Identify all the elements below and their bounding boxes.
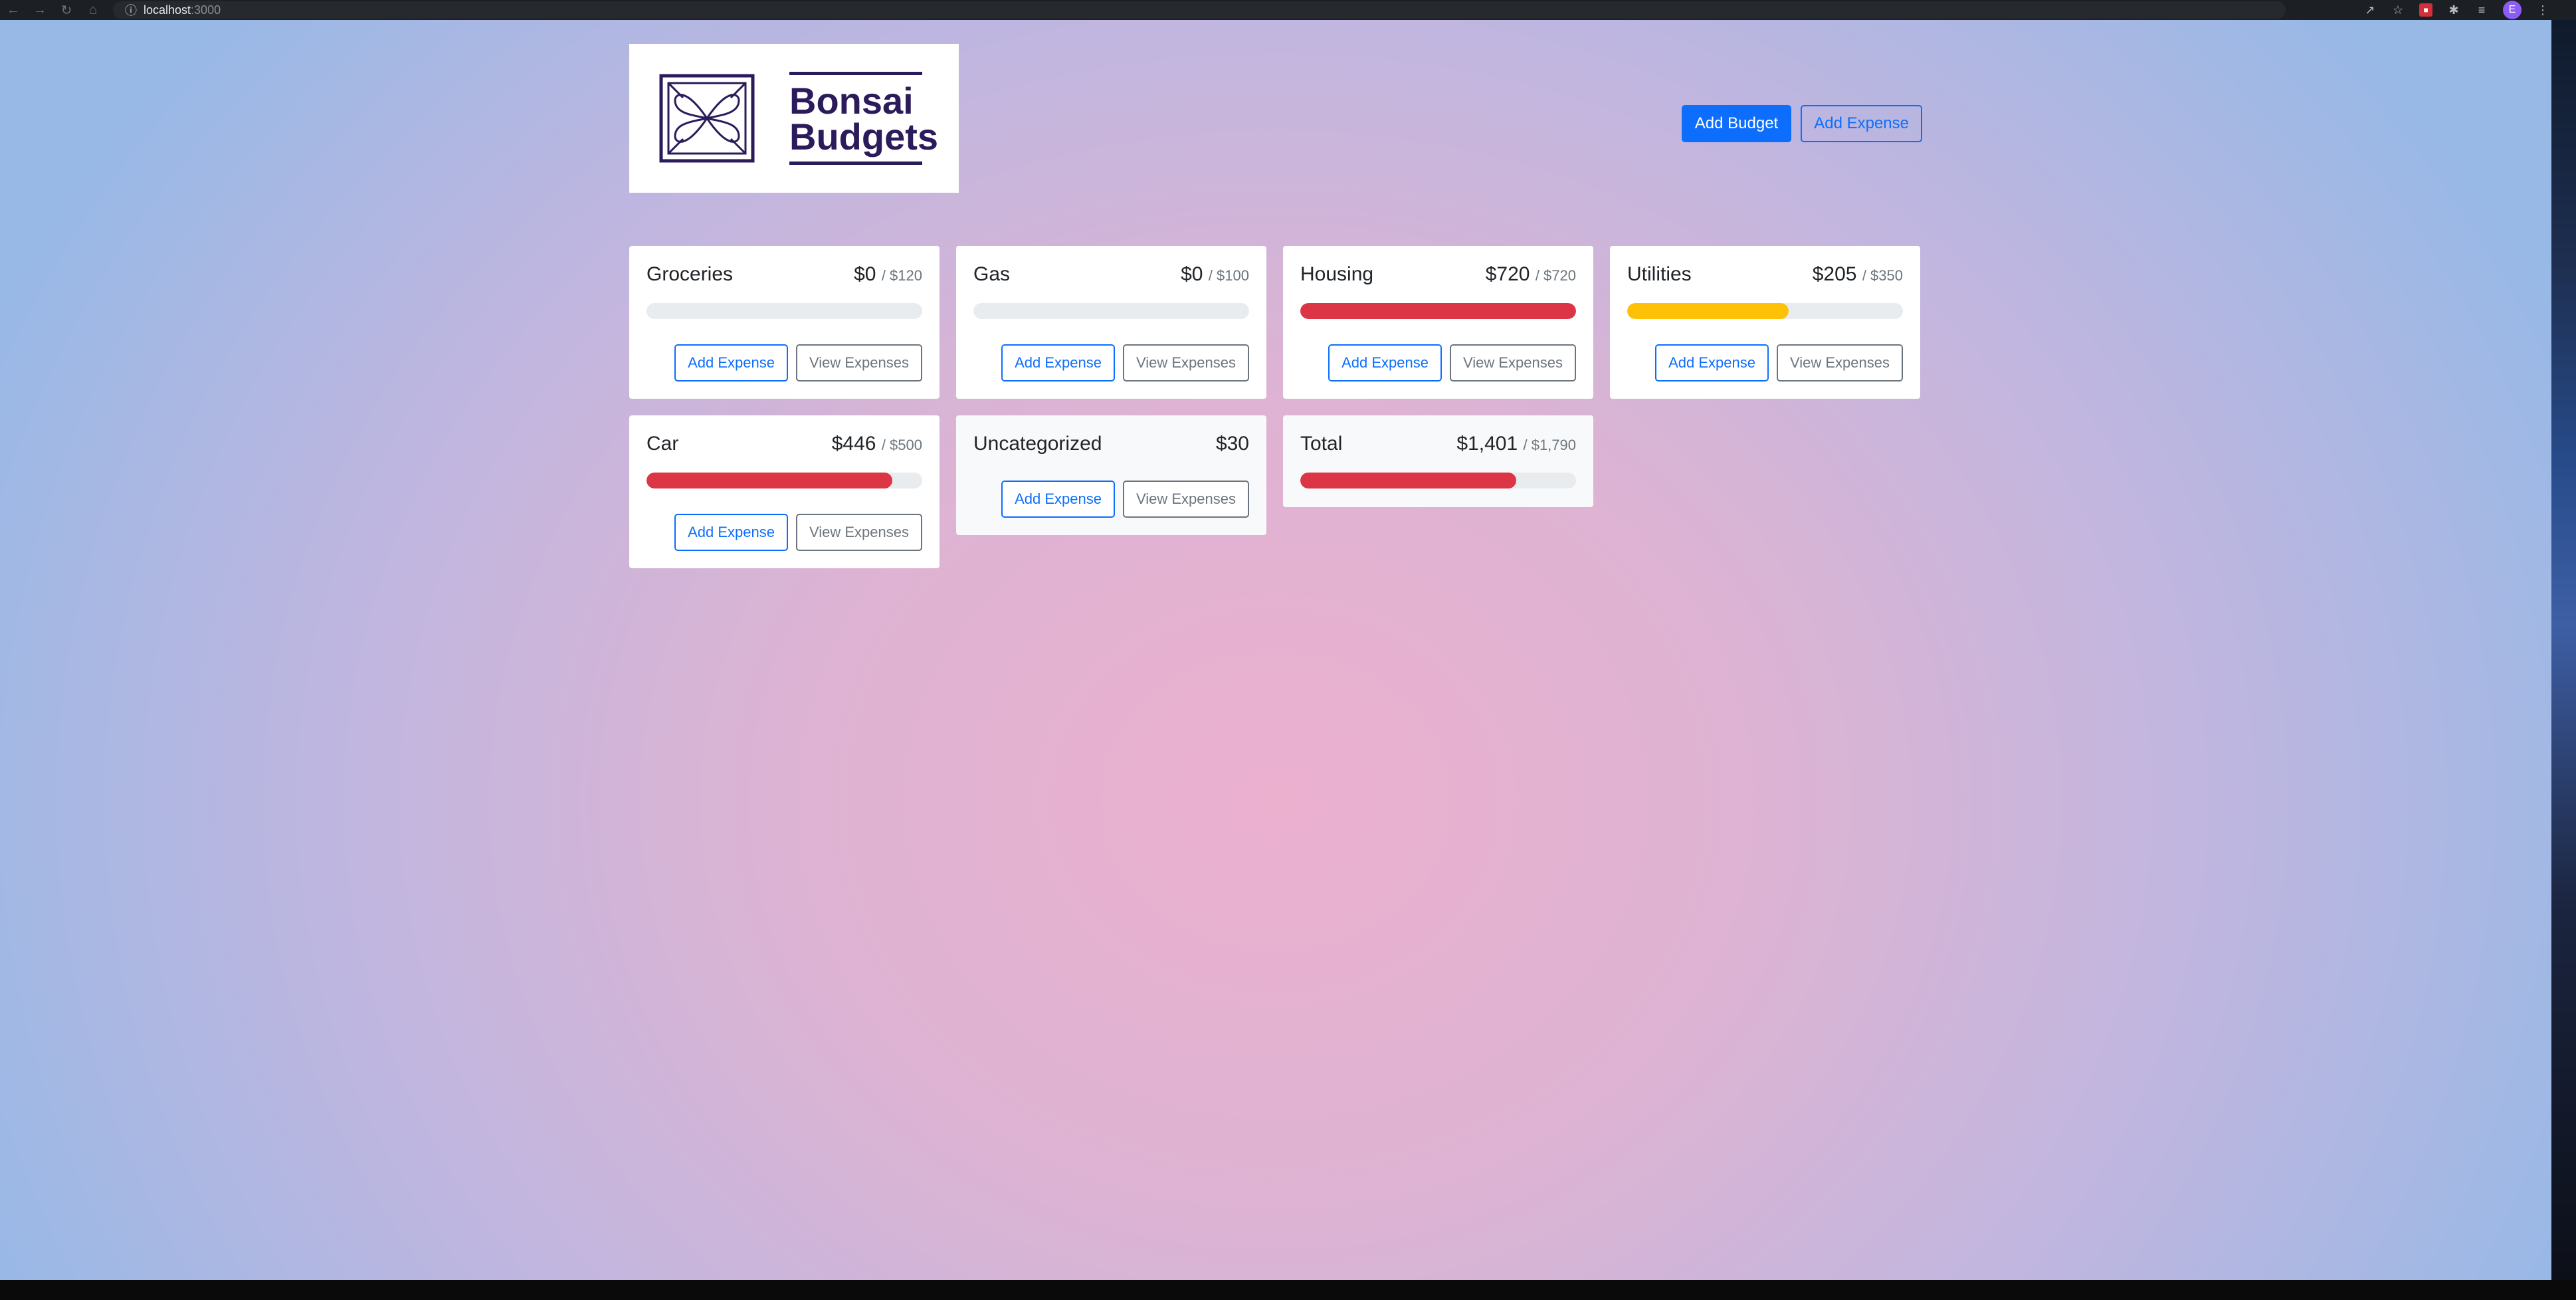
budget-spent: $0 <box>1181 263 1203 285</box>
budget-progress <box>646 303 922 319</box>
budget-max: / $1,790 <box>1523 437 1576 453</box>
budget-card-uncategorized: Uncategorized $30 Add Expense View Expen… <box>956 415 1266 535</box>
browser-toolbar: ← → ↻ ⌂ ⓘ localhost:3000 ↗ ☆ ■ ✱ ≡ E ⋮ <box>0 0 2576 20</box>
extension-icon[interactable]: ■ <box>2419 3 2432 17</box>
budget-progress <box>1300 303 1576 319</box>
budget-card-groceries: Groceries $0 / $120 Add Expense View Exp… <box>629 246 940 399</box>
budget-max: / $500 <box>881 437 922 453</box>
brand-name-line2: Budgets <box>789 116 938 158</box>
app-container: Bonsai Budgets Add Budget Add Expense Gr… <box>629 44 1922 568</box>
media-queue-icon[interactable]: ≡ <box>2475 3 2488 17</box>
url-port: :3000 <box>191 3 221 17</box>
budget-max: / $100 <box>1208 267 1249 284</box>
bonsai-logo-icon <box>659 74 755 163</box>
budget-progress-bar <box>1300 473 1516 488</box>
brand-name-line1: Bonsai <box>789 80 914 122</box>
profile-avatar[interactable]: E <box>2503 1 2522 19</box>
budget-card-total: Total $1,401 / $1,790 <box>1283 415 1593 507</box>
taskbar <box>0 1280 2576 1300</box>
budget-spent: $205 <box>1812 263 1857 285</box>
address-bar[interactable]: ⓘ localhost:3000 <box>113 1 2286 19</box>
share-icon[interactable]: ↗ <box>2363 3 2377 17</box>
budget-max: / $720 <box>1535 267 1576 284</box>
site-info-icon[interactable]: ⓘ <box>125 1 137 19</box>
reload-icon[interactable]: ↻ <box>53 2 80 19</box>
add-expense-button[interactable]: Add Expense <box>1001 481 1115 518</box>
header-actions: Add Budget Add Expense <box>1681 105 1922 142</box>
bookmark-star-icon[interactable]: ☆ <box>2391 3 2405 17</box>
budget-name: Groceries <box>646 263 734 285</box>
add-expense-button[interactable]: Add Expense <box>1655 344 1769 381</box>
budget-name: Total <box>1300 433 1343 455</box>
budget-grid: Groceries $0 / $120 Add Expense View Exp… <box>629 246 1922 568</box>
desktop-wallpaper-edge <box>2551 20 2576 1280</box>
budget-name: Gas <box>973 263 1011 285</box>
budget-progress-bar <box>1300 303 1576 319</box>
view-expenses-button[interactable]: View Expenses <box>1122 481 1249 518</box>
budget-name: Car <box>646 433 679 455</box>
extensions-puzzle-icon[interactable]: ✱ <box>2447 3 2460 17</box>
budget-card-car: Car $446 / $500 Add Expense View Expense… <box>629 415 940 568</box>
budget-progress <box>1627 303 1903 319</box>
add-expense-button[interactable]: Add Expense <box>1328 344 1442 381</box>
add-expense-button[interactable]: Add Expense <box>1801 105 1922 142</box>
budget-progress <box>1300 473 1576 488</box>
url-host: localhost <box>144 3 191 17</box>
page-viewport: Bonsai Budgets Add Budget Add Expense Gr… <box>0 20 2551 1280</box>
add-expense-button[interactable]: Add Expense <box>674 344 788 381</box>
menu-kebab-icon[interactable]: ⋮ <box>2536 3 2549 17</box>
view-expenses-button[interactable]: View Expenses <box>1776 344 1903 381</box>
add-budget-button[interactable]: Add Budget <box>1681 105 1792 142</box>
budget-progress <box>973 303 1249 319</box>
view-expenses-button[interactable]: View Expenses <box>1122 344 1249 381</box>
budget-card-gas: Gas $0 / $100 Add Expense View Expenses <box>956 246 1266 399</box>
view-expenses-button[interactable]: View Expenses <box>1449 344 1576 381</box>
budget-name: Uncategorized <box>973 433 1102 455</box>
budget-card-housing: Housing $720 / $720 Add Expense View Exp… <box>1283 246 1593 399</box>
view-expenses-button[interactable]: View Expenses <box>795 344 922 381</box>
budget-max: / $120 <box>881 267 922 284</box>
budget-spent: $1,401 <box>1456 433 1518 455</box>
brand-logo: Bonsai Budgets <box>629 44 959 193</box>
budget-spent: $30 <box>1215 433 1249 455</box>
budget-max: / $350 <box>1862 267 1903 284</box>
budget-progress-bar <box>1627 303 1789 319</box>
brand-name: Bonsai Budgets <box>789 72 938 165</box>
add-expense-button[interactable]: Add Expense <box>1001 344 1115 381</box>
home-icon[interactable]: ⌂ <box>80 3 106 18</box>
budget-spent: $446 <box>831 433 876 455</box>
budget-progress <box>646 473 922 488</box>
forward-icon[interactable]: → <box>27 3 53 18</box>
budget-name: Housing <box>1300 263 1374 285</box>
budget-card-utilities: Utilities $205 / $350 Add Expense View E… <box>1610 246 1920 399</box>
budget-spent: $720 <box>1485 263 1530 285</box>
back-icon[interactable]: ← <box>0 3 27 18</box>
view-expenses-button[interactable]: View Expenses <box>795 514 922 551</box>
add-expense-button[interactable]: Add Expense <box>674 514 788 551</box>
budget-name: Utilities <box>1627 263 1692 285</box>
app-header: Bonsai Budgets Add Budget Add Expense <box>629 44 1922 193</box>
budget-progress-bar <box>646 473 893 488</box>
budget-spent: $0 <box>854 263 876 285</box>
